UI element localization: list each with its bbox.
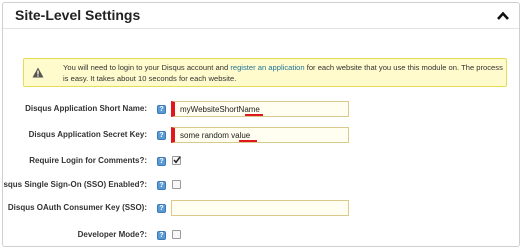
help-icon[interactable]: ? <box>157 204 166 213</box>
chevron-up-icon[interactable] <box>497 11 509 21</box>
oauth-key-label: Disqus OAuth Consumer Key (SSO): <box>7 203 147 212</box>
panel-title: Site-Level Settings <box>15 7 141 23</box>
short-name-row: Disqus Application Short Name: ? <box>3 101 519 121</box>
sso-enabled-checkbox[interactable] <box>172 180 181 189</box>
register-application-link[interactable]: register an application <box>230 63 304 72</box>
help-icon[interactable]: ? <box>157 157 166 166</box>
secret-key-label: Disqus Application Secret Key: <box>28 130 147 139</box>
settings-panel: Site-Level Settings You will need to log… <box>2 2 520 247</box>
help-icon[interactable]: ? <box>157 231 166 240</box>
checkmark-icon <box>173 156 181 164</box>
developer-mode-checkbox[interactable] <box>172 230 181 239</box>
info-notice: You will need to login to your Disqus ac… <box>23 58 507 87</box>
sso-enabled-row: Disqus Single Sign-On (SSO) Enabled?: ? <box>3 177 519 197</box>
notice-text: You will need to login to your Disqus ac… <box>63 62 503 84</box>
secret-key-input[interactable] <box>171 127 349 143</box>
warning-icon <box>32 67 44 78</box>
developer-mode-row: Developer Mode?: ? <box>3 227 519 246</box>
developer-mode-label: Developer Mode?: <box>77 230 147 239</box>
help-icon[interactable]: ? <box>157 105 166 114</box>
notice-text-before: You will need to login to your Disqus ac… <box>63 63 231 72</box>
oauth-key-row: Disqus OAuth Consumer Key (SSO): ? <box>3 200 519 220</box>
sso-enabled-label: Disqus Single Sign-On (SSO) Enabled?: <box>2 180 147 189</box>
oauth-key-input[interactable] <box>171 200 349 216</box>
secret-key-row: Disqus Application Secret Key: ? <box>3 127 519 147</box>
require-login-row: Require Login for Comments?: ? <box>3 153 519 173</box>
panel-header: Site-Level Settings <box>3 3 519 29</box>
help-icon[interactable]: ? <box>157 131 166 140</box>
short-name-label: Disqus Application Short Name: <box>25 104 147 113</box>
short-name-input[interactable] <box>171 101 349 117</box>
require-login-label: Require Login for Comments?: <box>29 156 147 165</box>
help-icon[interactable]: ? <box>157 181 166 190</box>
require-login-checkbox[interactable] <box>172 156 181 165</box>
